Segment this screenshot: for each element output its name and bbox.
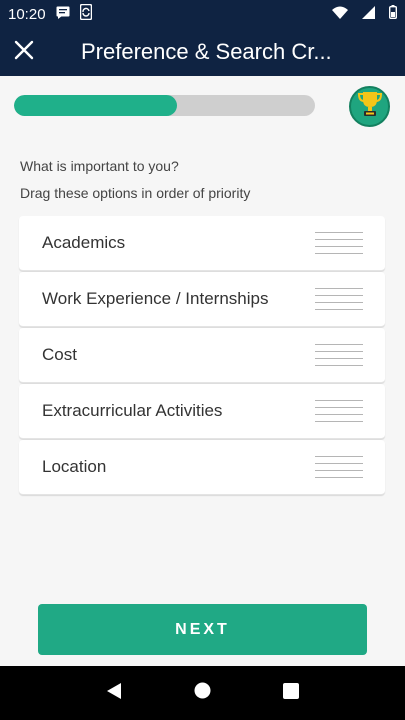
trophy-icon [357, 90, 383, 123]
priority-list: Academics Work Experience / Internships … [19, 216, 385, 496]
next-button[interactable]: NEXT [38, 604, 367, 655]
list-item-work-experience[interactable]: Work Experience / Internships [19, 272, 385, 327]
app-bar: Preference & Search Cr... [0, 28, 405, 76]
signal-icon [362, 5, 375, 23]
sync-icon [79, 3, 92, 24]
progress-row [14, 86, 392, 127]
trophy-badge[interactable] [349, 86, 390, 127]
recents-button[interactable] [271, 673, 311, 713]
drag-handle-icon[interactable] [315, 232, 363, 254]
option-label: Academics [42, 233, 126, 252]
page-title: Preference & Search Cr... [81, 39, 332, 64]
list-item-location[interactable]: Location [19, 440, 385, 495]
question-text: What is important to you? [20, 158, 179, 174]
option-label: Cost [42, 345, 77, 364]
home-icon [194, 682, 211, 704]
back-icon [106, 682, 122, 705]
back-button[interactable] [94, 673, 134, 713]
battery-icon [388, 5, 397, 23]
list-item-academics[interactable]: Academics [19, 216, 385, 271]
close-icon [14, 40, 34, 65]
status-time: 10:20 [8, 5, 46, 23]
drag-handle-icon[interactable] [315, 400, 363, 422]
list-item-extracurricular[interactable]: Extracurricular Activities [19, 384, 385, 439]
option-label: Location [42, 457, 107, 476]
option-label: Work Experience / Internships [42, 289, 269, 308]
recents-icon [282, 682, 299, 704]
list-item-cost[interactable]: Cost [19, 328, 385, 383]
drag-handle-icon[interactable] [315, 344, 363, 366]
instruction-text: Drag these options in order of priority [20, 185, 251, 201]
drag-handle-icon[interactable] [315, 288, 363, 310]
status-bar: 10:20 [0, 0, 405, 28]
message-icon [56, 6, 70, 23]
drag-handle-icon[interactable] [315, 456, 363, 478]
close-button[interactable] [0, 28, 48, 76]
system-nav-bar [0, 666, 405, 720]
progress-fill [14, 95, 177, 116]
progress-bar [14, 95, 315, 116]
wifi-icon [332, 6, 348, 23]
home-button[interactable] [182, 673, 222, 713]
option-label: Extracurricular Activities [42, 401, 223, 420]
